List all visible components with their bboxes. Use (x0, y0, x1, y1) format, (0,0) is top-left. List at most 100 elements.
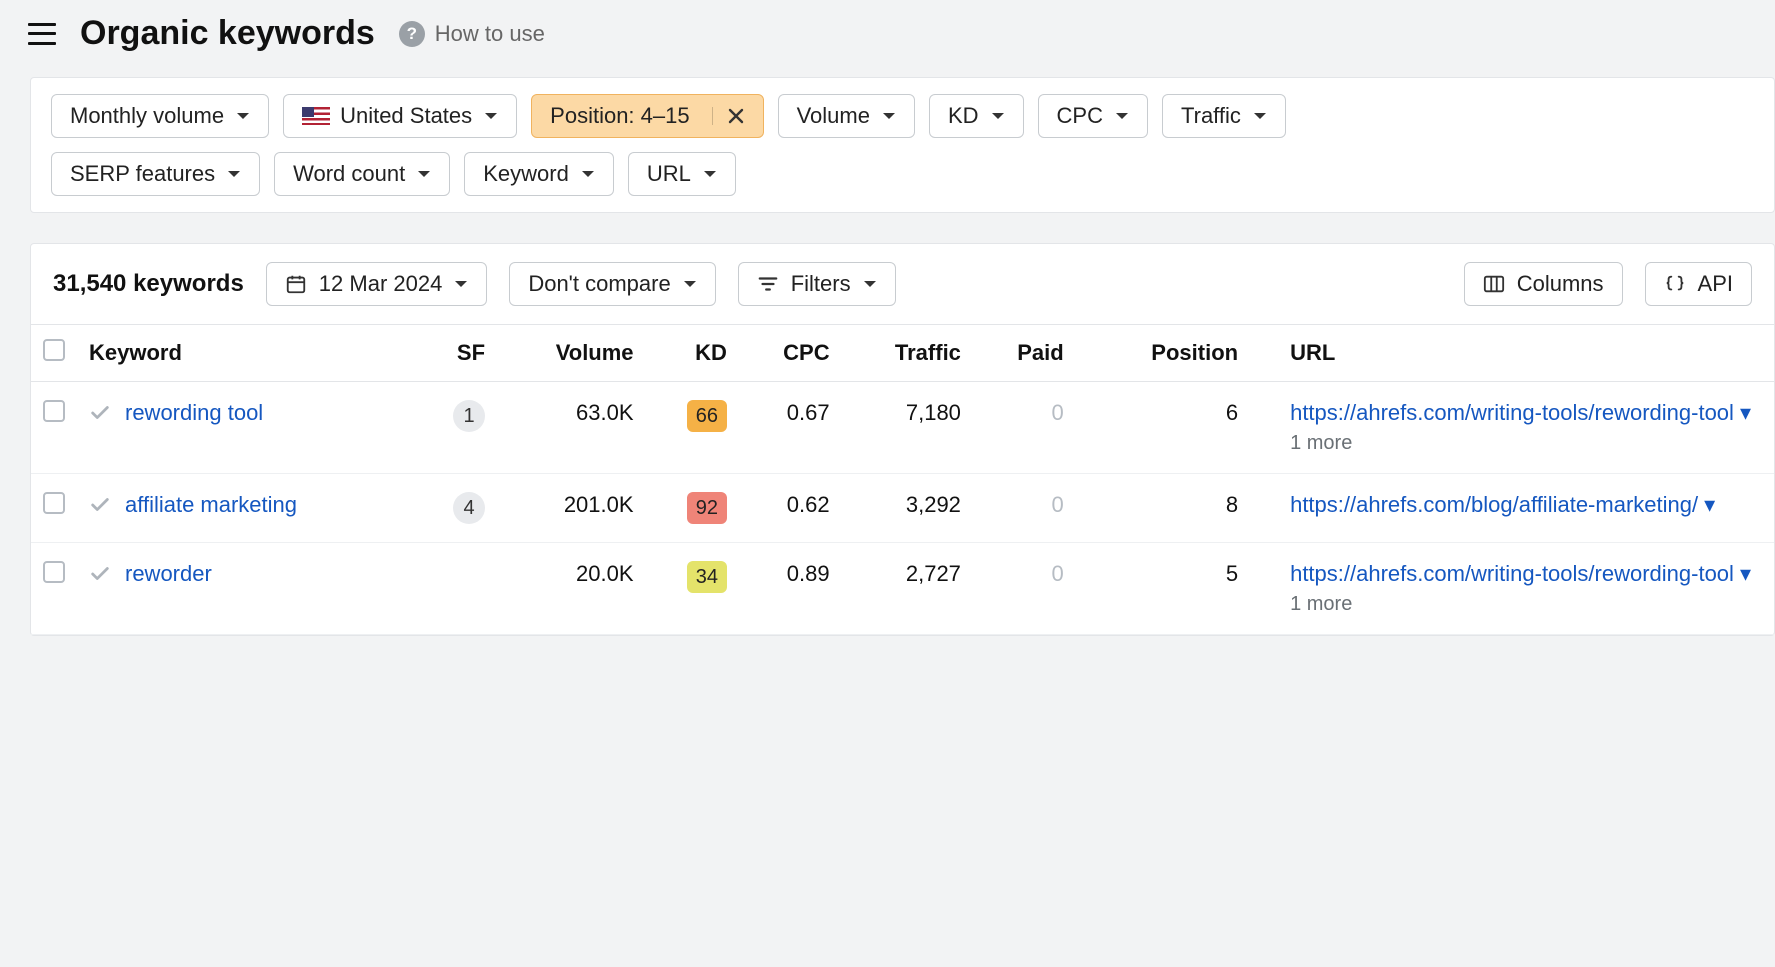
filters-label: Filters (791, 271, 851, 297)
col-volume[interactable]: Volume (497, 325, 646, 382)
filter-label: Keyword (483, 161, 569, 187)
filter-label: Volume (797, 103, 870, 129)
col-sf[interactable]: SF (415, 325, 497, 382)
chevron-down-icon (1253, 111, 1267, 121)
chevron-down-icon (454, 279, 468, 289)
url-link[interactable]: https://ahrefs.com/writing-tools/rewordi… (1290, 400, 1734, 425)
row-checkbox[interactable] (43, 561, 65, 583)
date-picker[interactable]: 12 Mar 2024 (266, 262, 488, 306)
compare-label: Don't compare (528, 271, 670, 297)
col-url[interactable]: URL (1278, 325, 1774, 382)
chevron-down-icon[interactable]: ▾ (1740, 561, 1751, 587)
api-button[interactable]: API (1645, 262, 1752, 306)
chevron-down-icon (581, 169, 595, 179)
chevron-down-icon (882, 111, 896, 121)
url-more[interactable]: 1 more (1290, 432, 1762, 455)
close-icon[interactable] (712, 107, 745, 125)
chevron-down-icon (227, 169, 241, 179)
api-label: API (1698, 271, 1733, 297)
volume-cell: 20.0K (497, 543, 646, 635)
filter-label: SERP features (70, 161, 215, 187)
table-row: reworder 20.0K 34 0.89 2,727 0 5 https:/… (31, 543, 1774, 635)
filter-cpc[interactable]: CPC (1038, 94, 1148, 138)
col-paid[interactable]: Paid (973, 325, 1076, 382)
table-row: affiliate marketing 4 201.0K 92 0.62 3,2… (31, 474, 1774, 543)
col-cpc[interactable]: CPC (739, 325, 842, 382)
cpc-cell: 0.62 (739, 474, 842, 543)
check-icon (89, 494, 111, 516)
filter-monthly-volume[interactable]: Monthly volume (51, 94, 269, 138)
kd-badge: 66 (687, 400, 727, 432)
filter-serp-features[interactable]: SERP features (51, 152, 260, 196)
chevron-down-icon[interactable]: ▾ (1704, 492, 1715, 518)
results-toolbar: 31,540 keywords 12 Mar 2024 Don't compar… (31, 244, 1774, 324)
url-more[interactable]: 1 more (1290, 593, 1762, 616)
table-row: rewording tool 1 63.0K 66 0.67 7,180 0 6… (31, 382, 1774, 474)
chevron-down-icon (991, 111, 1005, 121)
chevron-down-icon (236, 111, 250, 121)
filter-volume[interactable]: Volume (778, 94, 915, 138)
sf-badge: 1 (453, 400, 485, 432)
filter-label: Word count (293, 161, 405, 187)
traffic-cell: 3,292 (842, 474, 973, 543)
filter-position-active[interactable]: Position: 4–15 (531, 94, 763, 138)
row-checkbox[interactable] (43, 492, 65, 514)
columns-icon (1483, 274, 1505, 294)
filter-label: URL (647, 161, 691, 187)
filter-label: United States (340, 103, 472, 129)
url-link[interactable]: https://ahrefs.com/blog/affiliate-market… (1290, 492, 1698, 517)
chevron-down-icon (417, 169, 431, 179)
keywords-table: Keyword SF Volume KD CPC Traffic Paid Po… (31, 324, 1774, 635)
chevron-down-icon (863, 279, 877, 289)
col-keyword[interactable]: Keyword (77, 325, 415, 382)
volume-cell: 201.0K (497, 474, 646, 543)
filter-keyword[interactable]: Keyword (464, 152, 614, 196)
filter-word-count[interactable]: Word count (274, 152, 450, 196)
chevron-down-icon (683, 279, 697, 289)
traffic-cell: 2,727 (842, 543, 973, 635)
kd-badge: 34 (687, 561, 727, 593)
how-to-use-link[interactable]: ? How to use (399, 21, 545, 47)
filter-label: CPC (1057, 103, 1103, 129)
select-all-checkbox[interactable] (43, 339, 65, 361)
calendar-icon (285, 273, 307, 295)
filters-button[interactable]: Filters (738, 262, 896, 306)
chevron-down-icon (484, 111, 498, 121)
paid-cell: 0 (1051, 561, 1063, 586)
filter-url[interactable]: URL (628, 152, 736, 196)
columns-button[interactable]: Columns (1464, 262, 1623, 306)
keyword-count: 31,540 keywords (53, 270, 244, 298)
position-cell: 5 (1076, 543, 1278, 635)
menu-icon[interactable] (28, 23, 56, 45)
filter-kd[interactable]: KD (929, 94, 1024, 138)
kd-badge: 92 (687, 492, 727, 524)
col-traffic[interactable]: Traffic (842, 325, 973, 382)
volume-cell: 63.0K (497, 382, 646, 474)
sf-badge: 4 (453, 492, 485, 524)
traffic-cell: 7,180 (842, 382, 973, 474)
url-link[interactable]: https://ahrefs.com/writing-tools/rewordi… (1290, 561, 1734, 586)
filter-icon (757, 274, 779, 294)
how-to-use-label: How to use (435, 21, 545, 47)
page-title: Organic keywords (80, 14, 375, 53)
date-label: 12 Mar 2024 (319, 271, 443, 297)
filter-label: Monthly volume (70, 103, 224, 129)
chevron-down-icon (703, 169, 717, 179)
filter-traffic[interactable]: Traffic (1162, 94, 1286, 138)
row-checkbox[interactable] (43, 400, 65, 422)
col-position[interactable]: Position (1076, 325, 1278, 382)
col-kd[interactable]: KD (646, 325, 739, 382)
position-cell: 6 (1076, 382, 1278, 474)
compare-dropdown[interactable]: Don't compare (509, 262, 715, 306)
chevron-down-icon[interactable]: ▾ (1740, 400, 1751, 426)
keyword-link[interactable]: affiliate marketing (125, 492, 297, 518)
filter-label: KD (948, 103, 979, 129)
keyword-link[interactable]: rewording tool (125, 400, 263, 426)
help-icon: ? (399, 21, 425, 47)
chevron-down-icon (1115, 111, 1129, 121)
keyword-link[interactable]: reworder (125, 561, 212, 587)
check-icon (89, 563, 111, 585)
paid-cell: 0 (1051, 400, 1063, 425)
filter-country[interactable]: United States (283, 94, 517, 138)
us-flag-icon (302, 107, 330, 125)
